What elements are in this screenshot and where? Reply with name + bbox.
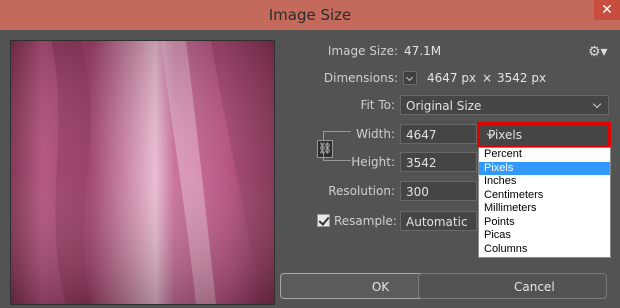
image-size-value: 47.1M	[404, 44, 442, 58]
menu-item-columns[interactable]: Columns	[479, 243, 610, 257]
menu-item-percent[interactable]: Percent	[479, 148, 610, 162]
chevron-down-icon	[592, 99, 602, 109]
fit-to-dropdown[interactable]: Original Size	[400, 95, 609, 115]
dimensions-width: 4647 px	[427, 71, 477, 85]
menu-item-millimeters[interactable]: Millimeters	[479, 202, 610, 216]
dimensions-label: Dimensions:	[323, 71, 398, 85]
width-units-dropdown[interactable]: Pixels	[477, 122, 611, 149]
dimensions-unit-dropdown[interactable]	[403, 71, 417, 85]
height-label: Height:	[351, 155, 395, 169]
close-button[interactable]: ✕	[594, 0, 620, 20]
image-size-label: Image Size:	[327, 44, 398, 58]
menu-item-picas[interactable]: Picas	[479, 229, 610, 243]
cancel-button[interactable]: Cancel	[418, 273, 607, 299]
height-input[interactable]: 3542	[400, 152, 477, 172]
menu-item-centimeters[interactable]: Centimeters	[479, 189, 610, 203]
cancel-label: Cancel	[514, 280, 555, 294]
dimensions-height: 3542 px	[497, 71, 547, 85]
width-label: Width:	[356, 127, 395, 141]
units-menu: Percent Pixels Inches Centimeters Millim…	[478, 147, 611, 258]
menu-item-inches[interactable]: Inches	[479, 175, 610, 189]
menu-item-points[interactable]: Points	[479, 216, 610, 230]
menu-item-pixels[interactable]: Pixels	[479, 161, 610, 175]
resample-checkbox[interactable]	[317, 214, 330, 227]
dimensions-x: ×	[482, 71, 493, 85]
fit-to-value: Original Size	[406, 99, 482, 113]
gear-icon[interactable]: ⚙▾	[588, 44, 608, 60]
fabric-preview-image	[11, 41, 274, 304]
window-title: Image Size	[268, 6, 352, 24]
resample-dropdown[interactable]: Automatic	[400, 211, 477, 231]
resample-label: Resample:	[334, 214, 397, 228]
fit-to-label: Fit To:	[360, 98, 395, 112]
resolution-label: Resolution:	[328, 184, 395, 198]
width-input[interactable]: 4647	[400, 124, 477, 144]
resample-value: Automatic	[406, 215, 468, 229]
resolution-input[interactable]: 300	[400, 181, 477, 201]
image-preview[interactable]	[10, 40, 275, 305]
